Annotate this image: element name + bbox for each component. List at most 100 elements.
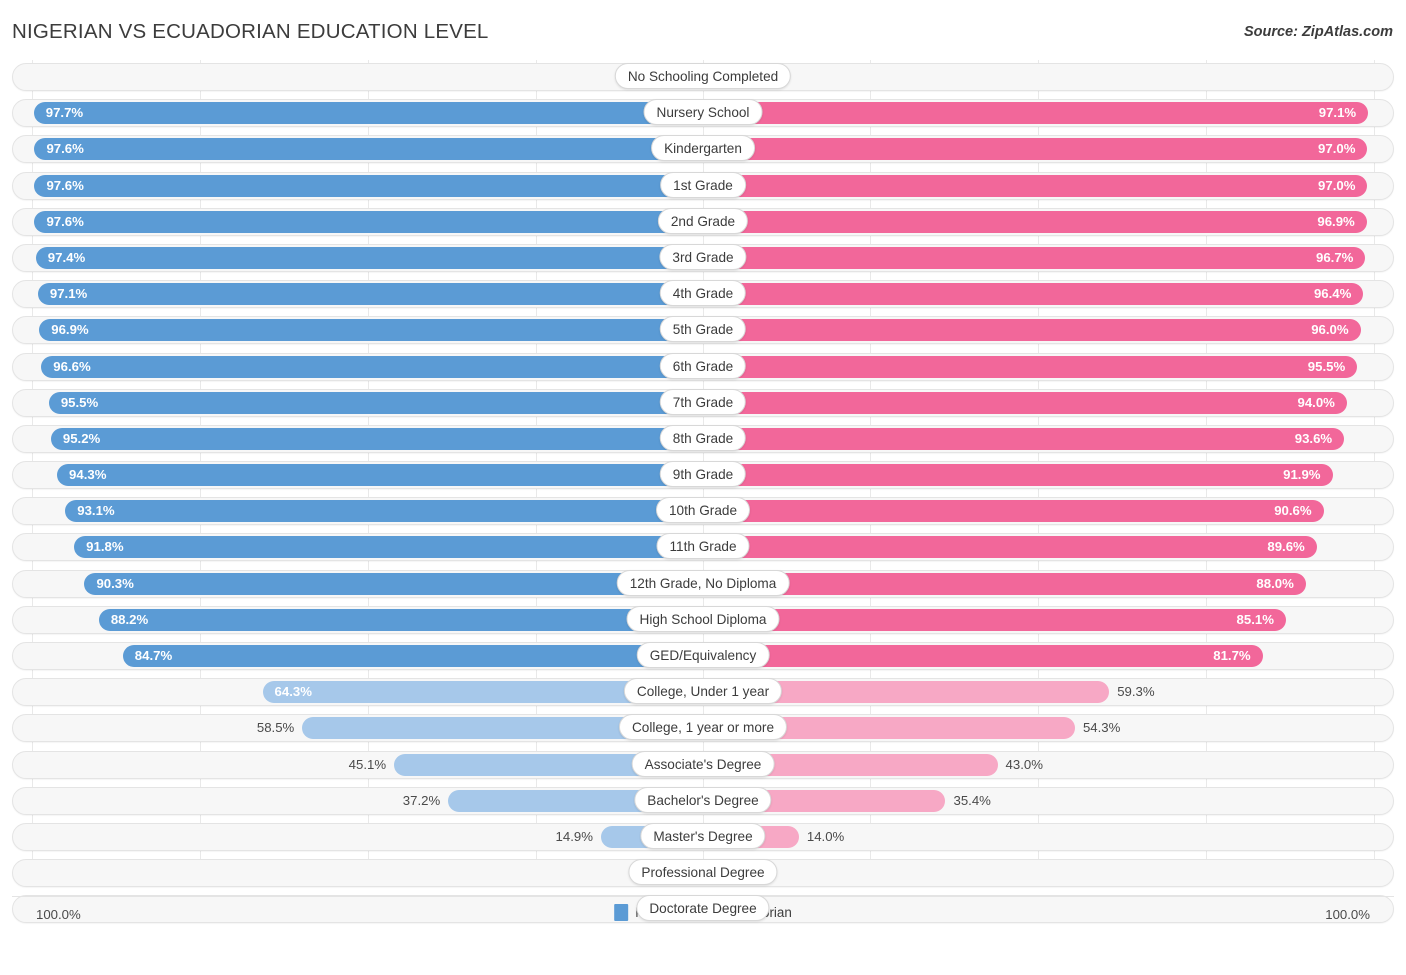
- bar-ecuadorian: [703, 102, 1369, 125]
- bar-nigerian: [37, 283, 703, 306]
- chart-row: 90.3% 88.0% 12th Grade, No Diploma: [0, 567, 1406, 603]
- chart-row: 97.1% 96.4% 4th Grade: [0, 277, 1406, 313]
- value-label-nigerian: 96.6%: [53, 358, 91, 374]
- category-label: Bachelor's Degree: [634, 786, 772, 813]
- bar-nigerian: [84, 572, 703, 595]
- value-label-nigerian: 94.3%: [69, 467, 107, 483]
- value-label-ecuadorian: 81.7%: [1213, 648, 1251, 663]
- category-label: 6th Grade: [659, 352, 747, 379]
- value-label-ecuadorian: 97.0%: [1318, 141, 1356, 157]
- chart-row: 84.7% 81.7% GED/Equivalency: [0, 639, 1406, 675]
- value-label-ecuadorian: 95.5%: [1307, 358, 1346, 374]
- value-label-ecuadorian: 96.0%: [1311, 322, 1349, 338]
- chart-row: 64.3% 59.3% College, Under 1 year: [0, 675, 1406, 711]
- value-label-ecuadorian: 14.0%: [806, 828, 845, 844]
- legend-swatch-icon: [614, 904, 629, 921]
- bar-nigerian: [57, 464, 703, 487]
- value-label-nigerian: 14.9%: [555, 828, 593, 844]
- value-label-ecuadorian: 96.7%: [1316, 249, 1354, 265]
- category-label: Doctorate Degree: [636, 895, 770, 922]
- value-label-nigerian: 96.9%: [51, 322, 89, 338]
- value-label-nigerian: 88.2%: [110, 611, 149, 627]
- source-attribution: Source: ZipAtlas.com: [1243, 24, 1393, 40]
- bar-ecuadorian: [703, 138, 1368, 161]
- axis-label-left: 100.0%: [36, 907, 81, 922]
- bar-ecuadorian: [703, 246, 1366, 269]
- bar-nigerian: [48, 391, 703, 414]
- value-label-nigerian: 97.1%: [49, 286, 88, 302]
- value-label-ecuadorian: 54.3%: [1082, 720, 1121, 736]
- category-label: No Schooling Completed: [614, 63, 792, 89]
- chart-row: 95.2% 93.6% 8th Grade: [0, 422, 1406, 458]
- bar-nigerian: [50, 427, 703, 450]
- chart-row: 4.2%3.9%Professional Degree: [0, 856, 1406, 892]
- chart-row: 95.5% 94.0% 7th Grade: [0, 386, 1406, 422]
- chart-row: 58.5% 54.3% College, 1 year or more: [0, 711, 1406, 747]
- chart-row: 96.6% 95.5% 6th Grade: [0, 350, 1406, 386]
- value-label-ecuadorian: 43.0%: [1005, 756, 1043, 772]
- bar-ecuadorian: [703, 572, 1306, 595]
- chart-row: 93.1% 90.6% 10th Grade: [0, 494, 1406, 530]
- value-label-nigerian: 97.6%: [46, 177, 84, 193]
- category-label: High School Diploma: [626, 605, 780, 632]
- chart-row: 97.6% 96.9% 2nd Grade: [0, 205, 1406, 241]
- axis-label-right: 100.0%: [1325, 907, 1370, 922]
- bar-ecuadorian: [703, 464, 1333, 487]
- category-label: 7th Grade: [659, 388, 747, 415]
- chart-row: 91.8% 89.6% 11th Grade: [0, 530, 1406, 566]
- bar-nigerian: [35, 246, 703, 269]
- value-label-nigerian: 58.5%: [256, 720, 295, 736]
- chart-row: 97.6% 97.0% Kindergarten: [0, 132, 1406, 168]
- category-label: Master's Degree: [640, 822, 766, 849]
- value-label-ecuadorian: 89.6%: [1267, 539, 1305, 555]
- bar-nigerian: [74, 536, 703, 559]
- value-label-ecuadorian: 35.4%: [953, 792, 991, 808]
- bar-nigerian: [122, 645, 703, 667]
- bar-ecuadorian: [703, 608, 1286, 631]
- bar-nigerian: [34, 210, 703, 233]
- value-label-ecuadorian: 91.9%: [1283, 467, 1321, 483]
- bar-ecuadorian: [703, 500, 1324, 523]
- chart-row: 14.9% 14.0% Master's Degree: [0, 820, 1406, 856]
- value-label-ecuadorian: 93.6%: [1294, 430, 1333, 446]
- value-label-nigerian: 97.6%: [46, 213, 84, 229]
- bar-ecuadorian: [703, 355, 1358, 378]
- category-label: 4th Grade: [659, 280, 747, 307]
- chart-row: 97.6% 97.0% 1st Grade: [0, 169, 1406, 205]
- category-label: Professional Degree: [628, 859, 778, 886]
- chart-row: 45.1% 43.0% Associate's Degree: [0, 748, 1406, 784]
- chart-row: 88.2% 85.1% High School Diploma: [0, 603, 1406, 639]
- chart-row: 96.9% 96.0% 5th Grade: [0, 313, 1406, 349]
- bar-ecuadorian: [703, 210, 1367, 233]
- category-label: 8th Grade: [659, 424, 747, 451]
- value-label-nigerian: 97.6%: [46, 141, 84, 157]
- value-label-nigerian: 64.3%: [274, 684, 312, 700]
- value-label-ecuadorian: 85.1%: [1236, 611, 1274, 627]
- value-label-ecuadorian: 90.6%: [1274, 503, 1312, 519]
- bar-ecuadorian: [703, 174, 1368, 197]
- chart-row: 97.4% 96.7% 3rd Grade: [0, 241, 1406, 277]
- value-label-nigerian: 97.4%: [47, 249, 86, 265]
- value-label-ecuadorian: 94.0%: [1297, 394, 1335, 410]
- chart-row: 2.3%3.0%No Schooling Completed: [0, 60, 1406, 96]
- bar-nigerian: [39, 319, 703, 342]
- chart-plot-area: 2.3%3.0%No Schooling Completed 97.7% 97.1%…: [0, 56, 1406, 936]
- value-label-nigerian: 93.1%: [77, 503, 115, 519]
- category-label: Nursery School: [643, 99, 763, 126]
- value-label-ecuadorian: 96.4%: [1313, 286, 1352, 302]
- category-label: College, 1 year or more: [618, 714, 788, 741]
- bar-nigerian: [33, 102, 703, 125]
- category-label: 5th Grade: [659, 316, 747, 343]
- page-title: NIGERIAN VS ECUADORIAN EDUCATION LEVEL: [12, 20, 489, 43]
- value-label-nigerian: 97.7%: [45, 105, 84, 121]
- value-label-nigerian: 95.2%: [62, 430, 101, 446]
- chart-row: 94.3% 91.9% 9th Grade: [0, 458, 1406, 494]
- value-label-ecuadorian: 59.3%: [1117, 684, 1155, 700]
- value-label-nigerian: 84.7%: [134, 648, 173, 663]
- bar-ecuadorian: [703, 283, 1364, 306]
- category-label: 9th Grade: [659, 461, 747, 488]
- bar-ecuadorian: [703, 536, 1317, 559]
- category-label: 10th Grade: [655, 497, 751, 524]
- category-label: GED/Equivalency: [636, 642, 770, 668]
- category-label: 2nd Grade: [657, 207, 749, 234]
